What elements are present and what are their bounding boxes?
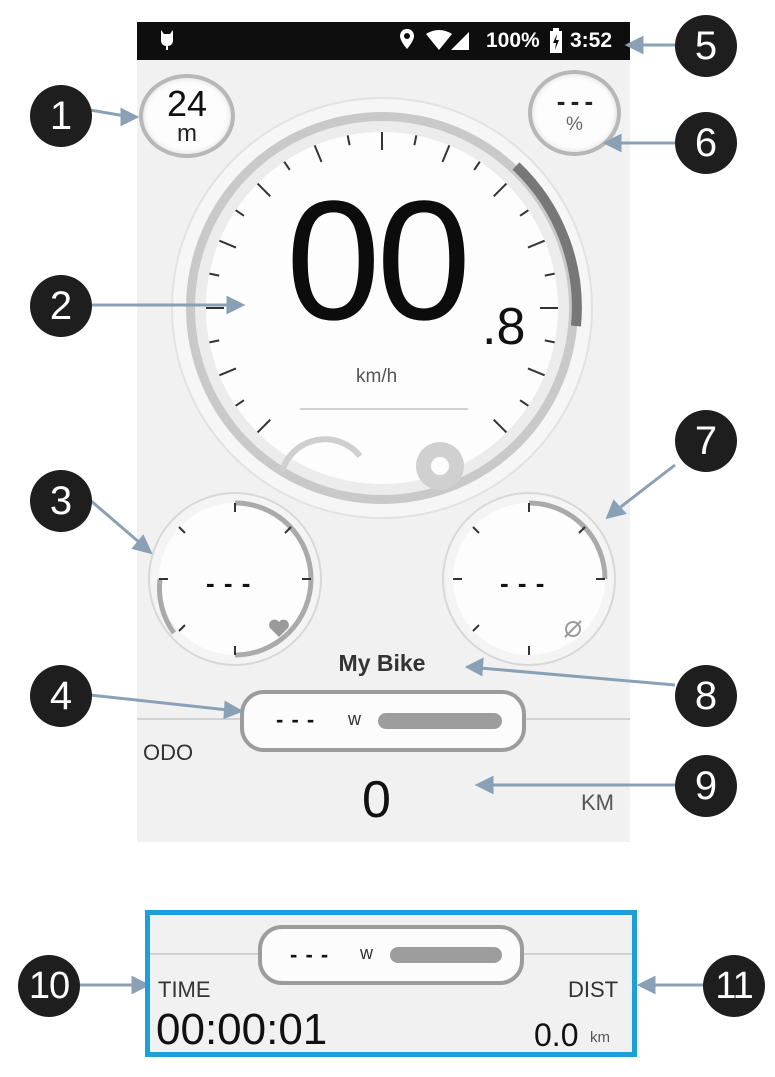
callout-10: 10	[18, 955, 80, 1017]
dist-unit: km	[590, 1029, 610, 1046]
trip-power-unit: w	[360, 943, 373, 963]
trip-power-value: - - -	[290, 942, 330, 967]
callout-4: 4	[30, 665, 92, 727]
callout-1: 1	[30, 85, 92, 147]
dist-value: 0.0	[534, 1017, 579, 1053]
callout-6: 6	[675, 112, 737, 174]
time-label: TIME	[158, 977, 211, 1002]
trip-power-bar	[390, 947, 502, 963]
dist-label: DIST	[568, 977, 619, 1002]
trip-panel-highlight: - - - w TIME 00:00:01 DIST 0.0 km	[145, 910, 637, 1057]
callout-9: 9	[675, 755, 737, 817]
callout-5: 5	[675, 15, 737, 77]
callout-3: 3	[30, 470, 92, 532]
callout-11: 11	[703, 955, 765, 1017]
callout-7: 7	[675, 410, 737, 472]
trip-power-meter[interactable]: - - - w	[258, 925, 524, 985]
callout-2: 2	[30, 275, 92, 337]
time-value: 00:00:01	[156, 1005, 328, 1054]
callout-8: 8	[675, 665, 737, 727]
